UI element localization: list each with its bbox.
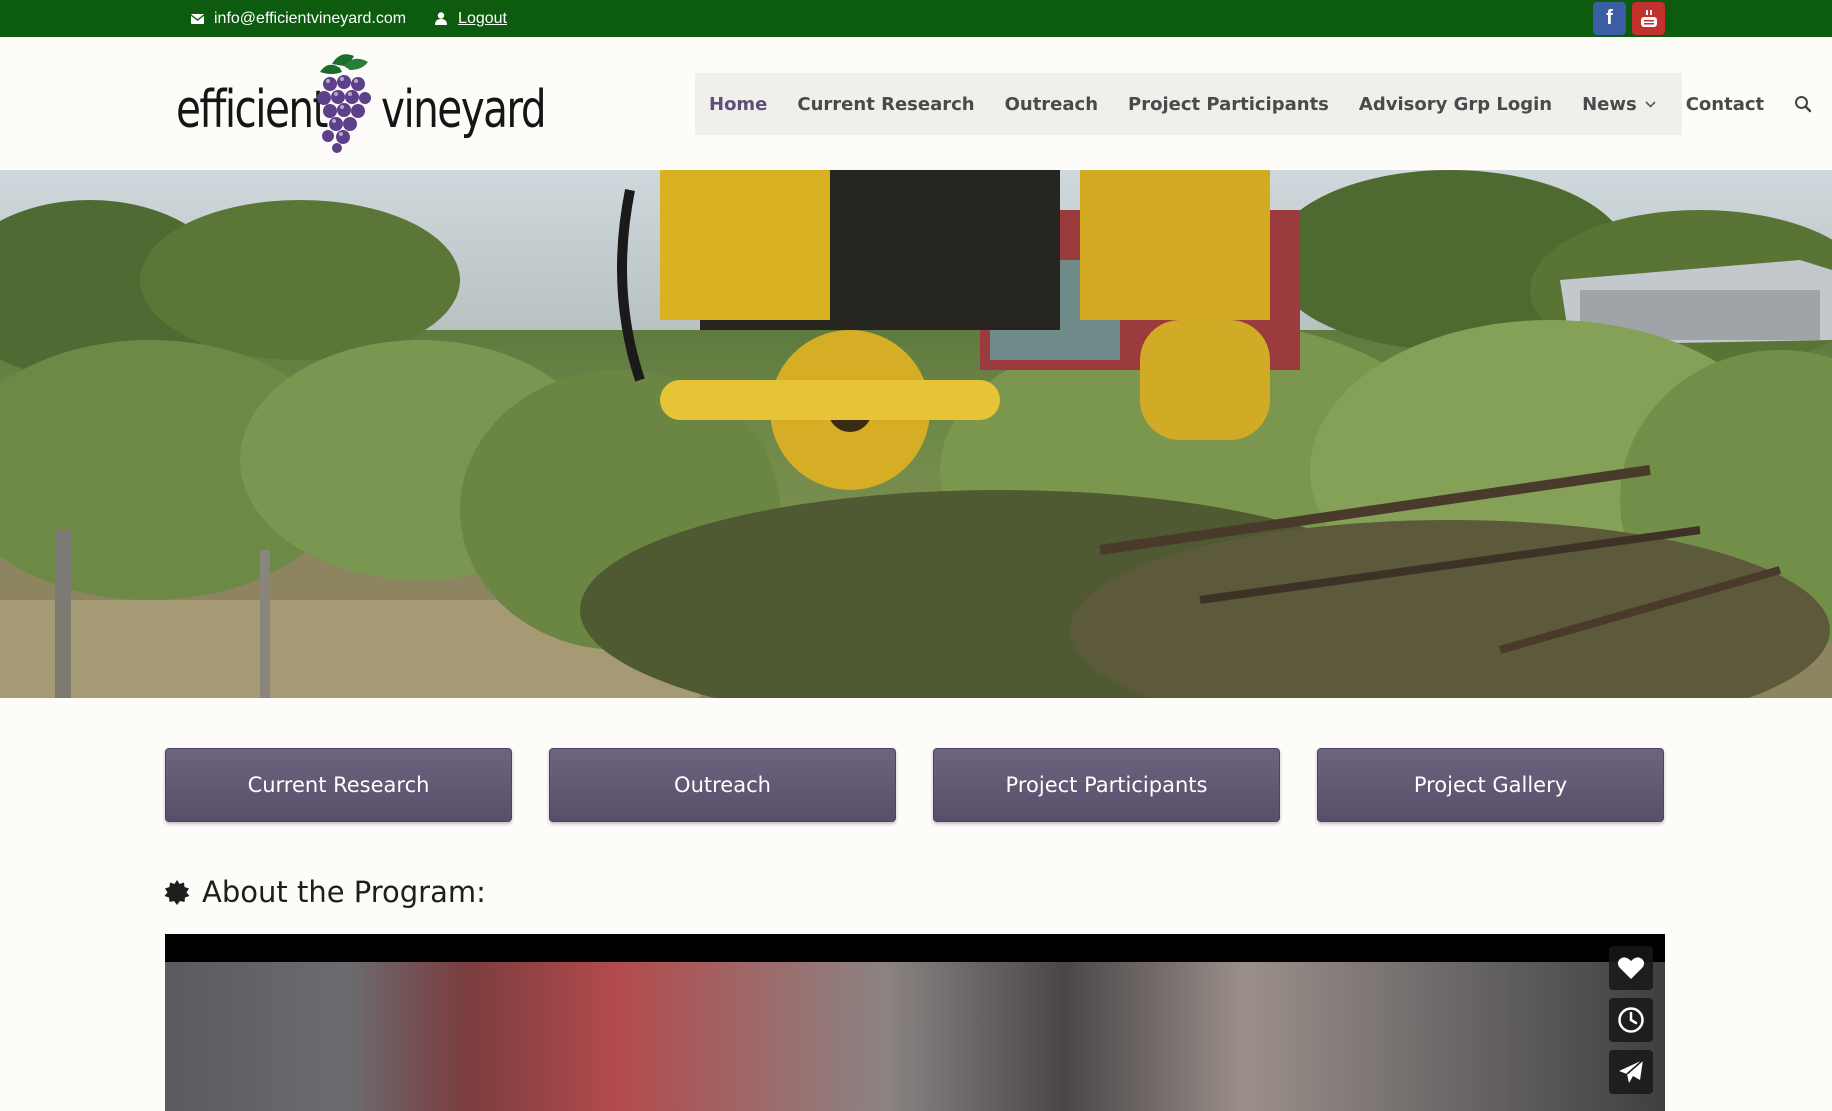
nav-item-home[interactable]: Home: [709, 94, 767, 115]
nav-item-contact[interactable]: Contact: [1686, 94, 1764, 115]
email-item[interactable]: info@efficientvineyard.com: [190, 10, 406, 28]
badge-icon: [164, 879, 190, 905]
nav-item-advisory-grp-login[interactable]: Advisory Grp Login: [1359, 94, 1552, 115]
nav-item-current-research[interactable]: Current Research: [797, 94, 974, 115]
grape-cluster-icon: [317, 54, 371, 153]
nav-item-outreach[interactable]: Outreach: [1005, 94, 1098, 115]
logo-word-efficient: efficient: [176, 80, 328, 140]
logout-link[interactable]: Logout: [458, 10, 507, 28]
user-icon: [434, 12, 448, 26]
clock-icon[interactable]: [1609, 998, 1653, 1042]
vineyard-machine-photo: [0, 170, 1832, 698]
chevron-down-icon: [1645, 97, 1656, 111]
nav-item-news-label: News: [1582, 93, 1637, 115]
hero-image: [0, 170, 1832, 698]
social-links: f: [1593, 2, 1665, 35]
nav-item-project-participants[interactable]: Project Participants: [1128, 94, 1329, 115]
about-section-heading: About the Program:: [164, 875, 486, 909]
site-header: efficient vineyard Home Current Research: [0, 37, 1832, 170]
outreach-button[interactable]: Outreach: [549, 748, 896, 822]
current-research-button[interactable]: Current Research: [165, 748, 512, 822]
top-contact: info@efficientvineyard.com Logout: [190, 0, 535, 37]
logo-word-vineyard: vineyard: [381, 80, 547, 140]
main-nav: Home Current Research Outreach Project P…: [695, 73, 1812, 135]
section-title-text: About the Program:: [202, 875, 486, 909]
program-video[interactable]: [165, 934, 1665, 1111]
logout-item[interactable]: Logout: [434, 10, 507, 28]
email-text[interactable]: info@efficientvineyard.com: [214, 10, 406, 28]
site-logo[interactable]: efficient vineyard: [176, 50, 547, 154]
project-participants-button[interactable]: Project Participants: [933, 748, 1280, 822]
facebook-icon[interactable]: f: [1593, 2, 1626, 35]
send-icon[interactable]: [1609, 1050, 1653, 1094]
video-frame: [165, 962, 1665, 1111]
search-icon[interactable]: [1794, 95, 1812, 113]
heart-icon[interactable]: [1609, 946, 1653, 990]
top-bar: info@efficientvineyard.com Logout f: [0, 0, 1832, 37]
project-gallery-button[interactable]: Project Gallery: [1317, 748, 1664, 822]
youtube-icon[interactable]: [1632, 2, 1665, 35]
video-side-controls: [1609, 946, 1653, 1094]
envelope-icon: [190, 12, 204, 26]
nav-item-news[interactable]: News: [1582, 94, 1656, 115]
